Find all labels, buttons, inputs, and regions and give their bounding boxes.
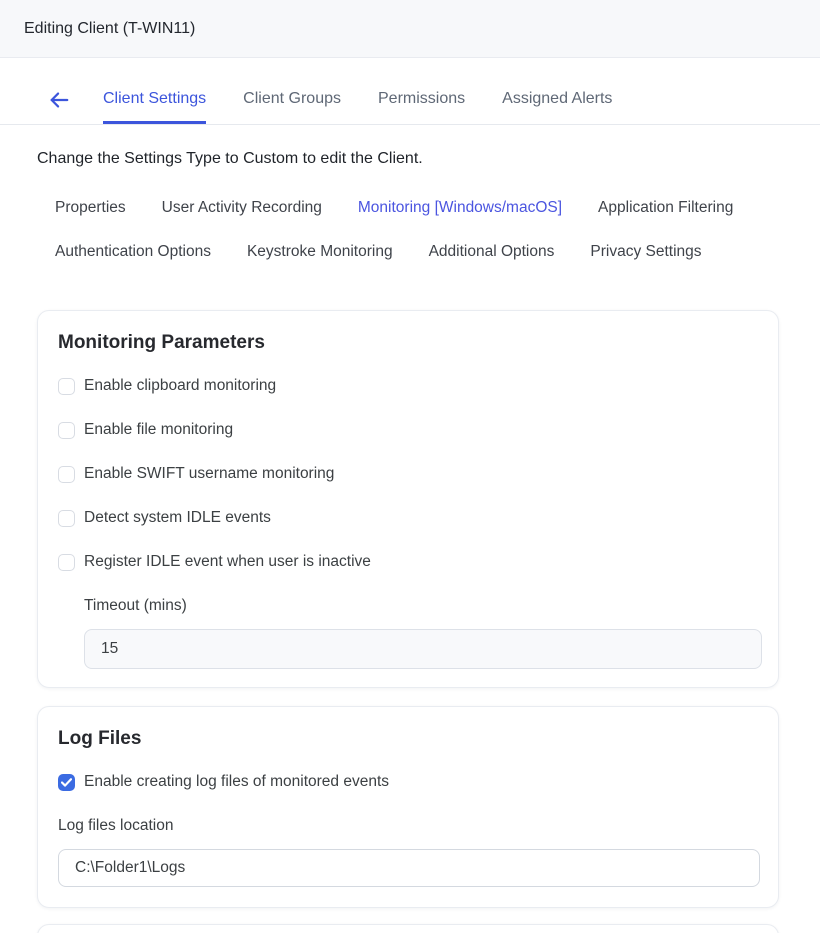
settings-type-notice: Change the Settings Type to Custom to ed… bbox=[37, 150, 820, 168]
back-button[interactable] bbox=[47, 88, 71, 112]
tab-permissions[interactable]: Permissions bbox=[378, 90, 465, 124]
subtab-privacy-settings[interactable]: Privacy Settings bbox=[590, 230, 701, 274]
checkbox-label[interactable]: Detect system IDLE events bbox=[84, 509, 271, 527]
log-files-location-label: Log files location bbox=[58, 817, 758, 835]
log-files-location-input[interactable] bbox=[58, 849, 760, 887]
tab-client-groups[interactable]: Client Groups bbox=[243, 90, 341, 124]
log-files-card: Log Files Enable creating log files of m… bbox=[37, 706, 779, 908]
subtab-additional-options[interactable]: Additional Options bbox=[429, 230, 555, 274]
tab-assigned-alerts[interactable]: Assigned Alerts bbox=[502, 90, 612, 124]
main-tab-bar: Client Settings Client Groups Permission… bbox=[0, 88, 820, 125]
checkbox-label[interactable]: Enable clipboard monitoring bbox=[84, 377, 276, 395]
checkbox-row: Enable creating log files of monitored e… bbox=[58, 773, 758, 791]
checkbox-label[interactable]: Enable file monitoring bbox=[84, 421, 233, 439]
next-card-partial bbox=[37, 924, 779, 933]
settings-subtab-bar: Properties User Activity Recording Monit… bbox=[0, 186, 820, 274]
checkbox-label[interactable]: Enable creating log files of monitored e… bbox=[84, 773, 389, 791]
checkbox-row: Enable file monitoring bbox=[58, 421, 758, 439]
checkbox-label[interactable]: Enable SWIFT username monitoring bbox=[84, 465, 334, 483]
card-title: Monitoring Parameters bbox=[58, 331, 758, 355]
page-title: Editing Client (T-WIN11) bbox=[24, 20, 195, 38]
checkbox-row: Enable SWIFT username monitoring bbox=[58, 465, 758, 483]
checkbox-row: Detect system IDLE events bbox=[58, 509, 758, 527]
subtab-user-activity-recording[interactable]: User Activity Recording bbox=[162, 186, 322, 230]
detect-idle-events-checkbox[interactable] bbox=[58, 510, 75, 527]
card-title: Log Files bbox=[58, 727, 758, 751]
file-monitoring-checkbox[interactable] bbox=[58, 422, 75, 439]
subtab-monitoring-windows-macos[interactable]: Monitoring [Windows/macOS] bbox=[358, 186, 562, 230]
subtab-authentication-options[interactable]: Authentication Options bbox=[55, 230, 211, 274]
checkmark-icon bbox=[61, 778, 72, 787]
tab-client-settings[interactable]: Client Settings bbox=[103, 90, 206, 124]
enable-log-files-checkbox[interactable] bbox=[58, 774, 75, 791]
swift-username-monitoring-checkbox[interactable] bbox=[58, 466, 75, 483]
subtab-application-filtering[interactable]: Application Filtering bbox=[598, 186, 733, 230]
register-idle-event-checkbox[interactable] bbox=[58, 554, 75, 571]
checkbox-row: Register IDLE event when user is inactiv… bbox=[58, 553, 758, 571]
checkbox-row: Enable clipboard monitoring bbox=[58, 377, 758, 395]
checkbox-label[interactable]: Register IDLE event when user is inactiv… bbox=[84, 553, 371, 571]
clipboard-monitoring-checkbox[interactable] bbox=[58, 378, 75, 395]
monitoring-parameters-card: Monitoring Parameters Enable clipboard m… bbox=[37, 310, 779, 688]
window-title-bar: Editing Client (T-WIN11) bbox=[0, 0, 820, 58]
subtab-properties[interactable]: Properties bbox=[55, 186, 126, 230]
timeout-input[interactable] bbox=[84, 629, 762, 669]
timeout-label: Timeout (mins) bbox=[84, 597, 758, 615]
subtab-keystroke-monitoring[interactable]: Keystroke Monitoring bbox=[247, 230, 393, 274]
left-arrow-icon bbox=[48, 89, 70, 111]
